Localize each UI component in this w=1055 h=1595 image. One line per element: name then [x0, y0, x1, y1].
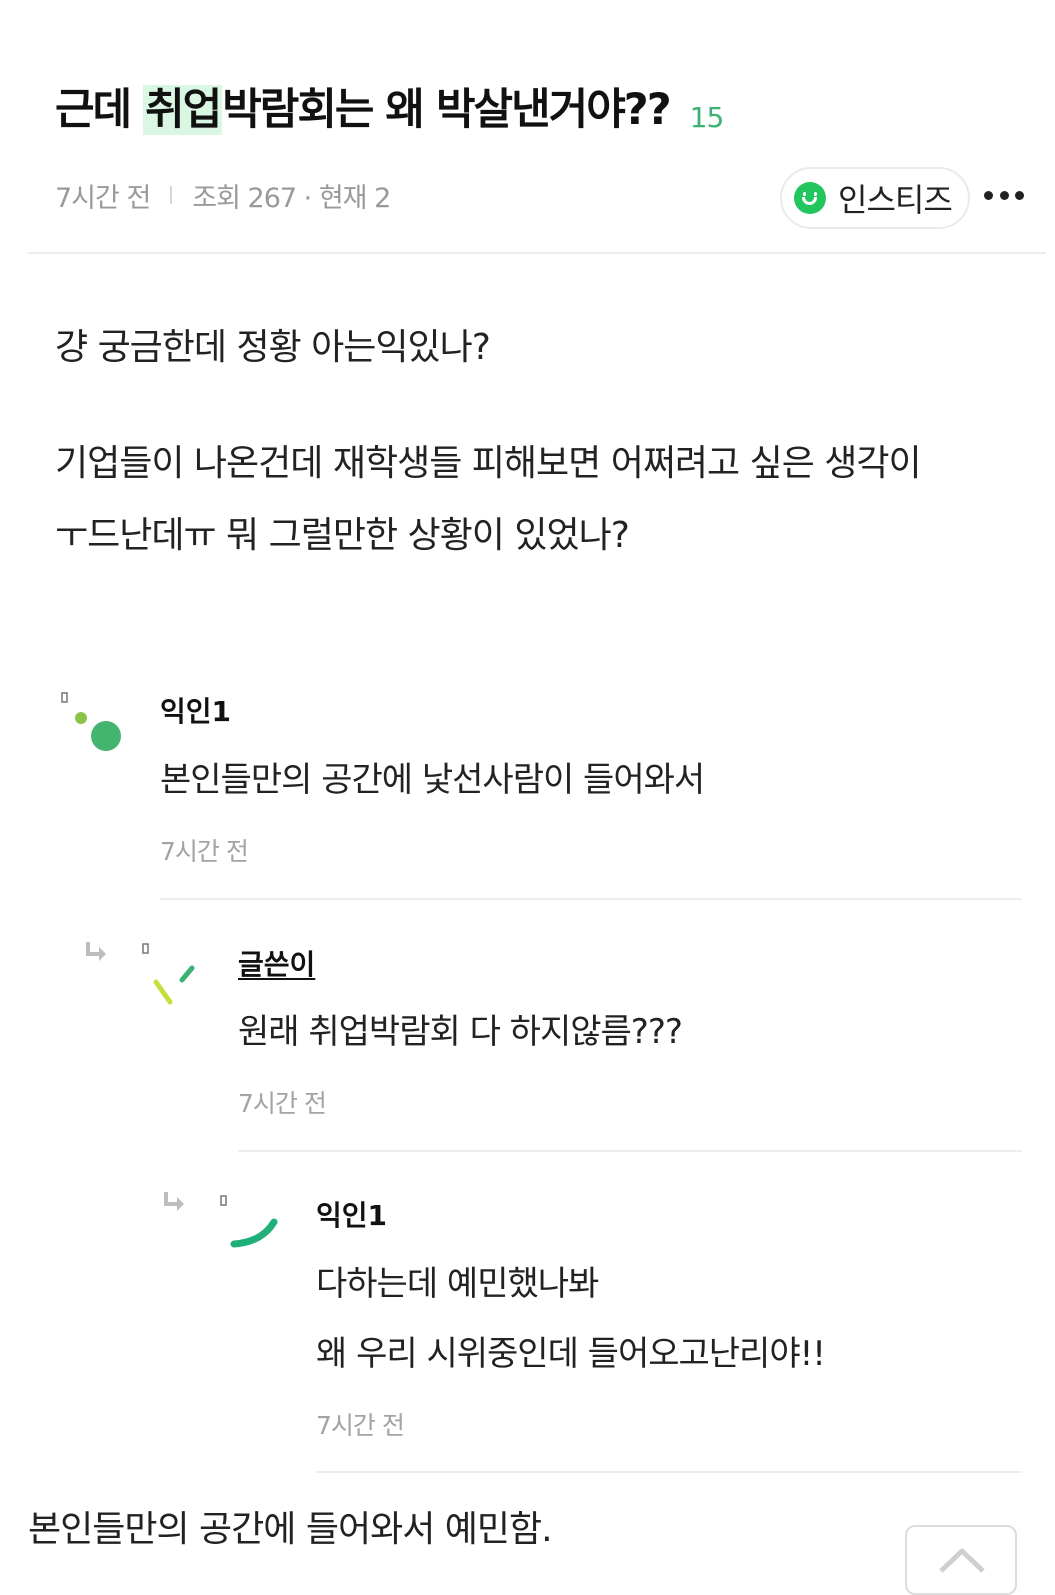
comment-time: 7시간 전: [316, 1411, 405, 1440]
comment-author[interactable]: 글쓴이: [238, 943, 315, 983]
post-title-row: 근데 취업박람회는 왜 박살낸거야?? 15: [55, 78, 725, 142]
comment-author[interactable]: 익인1: [316, 1194, 387, 1234]
post-body-line-3: ㅜ드난데ㅠ 뭐 그럴만한 상황이 있었나?: [55, 515, 630, 556]
chevron-up-icon: [939, 1548, 985, 1573]
post-title: 근데 취업박람회는 왜 박살낸거야??: [55, 85, 672, 135]
post-meta: 7시간 전 조회 267 · 현재 2: [55, 175, 391, 215]
avatar: [142, 943, 195, 1005]
meta-separator: [170, 186, 173, 204]
comment-author[interactable]: 익인1: [160, 690, 231, 730]
more-options-icon[interactable]: [984, 180, 1024, 210]
comment-text: 본인들만의 공간에 낯선사람이 들어와서: [160, 760, 705, 800]
comment-text: 원래 취업박람회 다 하지않름???: [238, 1012, 683, 1052]
title-highlight: 취업: [143, 85, 222, 135]
comment-time: 7시간 전: [238, 1089, 327, 1118]
comment-time: 7시간 전: [160, 837, 249, 866]
board-label: 인스티즈: [838, 181, 953, 219]
reply-arrow-icon: [164, 1192, 184, 1211]
header-divider: [28, 252, 1046, 254]
post-body-line-1: 걍 궁금한데 정황 아는익있나?: [55, 327, 491, 368]
smiley-icon: [794, 182, 826, 214]
comment-text: 다하는데 예민했나봐: [316, 1264, 599, 1304]
reply-arrow-icon: [86, 942, 106, 961]
caption-text: 본인들만의 공간에 들어와서 예민함.: [28, 1509, 553, 1550]
comment-divider: [160, 898, 1022, 900]
scroll-to-top-button[interactable]: [905, 1525, 1017, 1595]
comment-text: 왜 우리 시위중인데 들어오고난리야!!: [316, 1334, 826, 1374]
board-badge-button[interactable]: 인스티즈: [780, 167, 970, 229]
comment-count[interactable]: 15: [690, 101, 725, 134]
post-views: 조회 267 · 현재 2: [192, 182, 391, 214]
post-body-line-2: 기업들이 나온건데 재학생들 피해보면 어쩌려고 싶은 생각이: [55, 443, 922, 484]
avatar: [61, 692, 121, 751]
comment-divider: [316, 1471, 1022, 1473]
post-time: 7시간 전: [55, 182, 151, 214]
avatar: [220, 1195, 278, 1248]
comment-divider: [238, 1150, 1022, 1152]
